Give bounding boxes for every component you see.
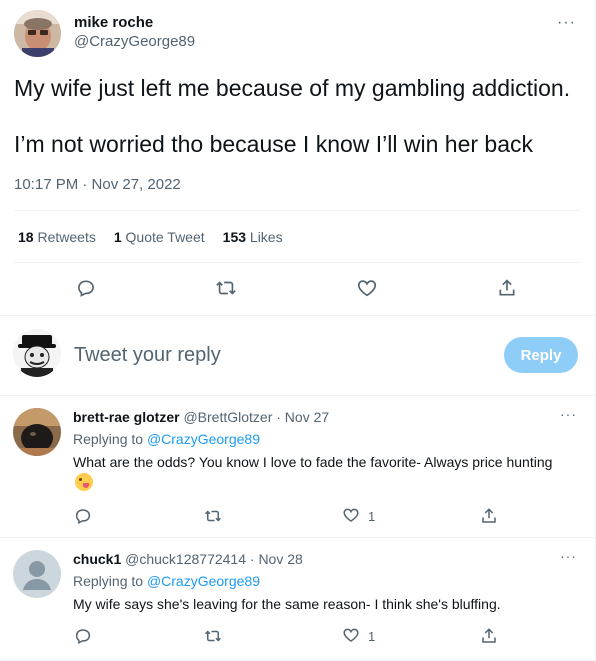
retweet-icon[interactable] — [204, 506, 222, 526]
share-icon[interactable] — [480, 506, 498, 526]
tweet-actions — [0, 276, 595, 300]
like-icon — [342, 626, 360, 647]
replying-to-link[interactable]: @CrazyGeorge89 — [147, 431, 260, 447]
avatar[interactable] — [13, 408, 61, 456]
divider — [14, 262, 581, 263]
reply-header: brett-rae glotzer @BrettGlotzer · Nov 27 — [73, 408, 329, 426]
more-options-icon[interactable]: ··· — [560, 548, 577, 564]
like-count: 1 — [368, 628, 376, 644]
tweet-text-line-1: My wife just left me because of my gambl… — [14, 75, 571, 101]
reply-actions: 1 — [0, 626, 595, 646]
retweet-icon[interactable] — [204, 626, 222, 646]
like-icon[interactable] — [355, 276, 379, 300]
divider — [0, 315, 595, 316]
share-icon[interactable] — [480, 626, 498, 646]
reply-input[interactable]: Tweet your reply — [74, 344, 221, 367]
tweet-timestamp[interactable]: 10:17 PM · Nov 27, 2022 — [14, 176, 181, 193]
reply-icon[interactable] — [74, 506, 92, 526]
avatar[interactable] — [13, 550, 61, 598]
quotes-stat[interactable]: 1 Quote Tweet — [114, 229, 205, 245]
tweet-text-line-2: I’m not worried tho because I know I’ll … — [14, 131, 534, 157]
avatar[interactable] — [13, 329, 61, 377]
like-count: 1 — [368, 508, 376, 524]
list-item[interactable]: brett-rae glotzer @BrettGlotzer · Nov 27… — [0, 396, 595, 536]
reply-icon[interactable] — [74, 276, 98, 300]
reply-composer: Tweet your reply Reply — [0, 320, 595, 392]
reply-meta[interactable]: @BrettGlotzer · Nov 27 — [183, 409, 329, 425]
tweet-text: My wife just left me because of my gambl… — [14, 74, 584, 186]
reply-icon[interactable] — [74, 626, 92, 646]
avatar[interactable] — [14, 10, 61, 57]
like-button[interactable]: 1 — [342, 506, 375, 526]
reply-text: What are the odds? You know I love to fa… — [73, 452, 553, 492]
author-name[interactable]: mike roche — [74, 14, 195, 32]
winking-tongue-emoji-icon — [75, 473, 93, 491]
author-handle[interactable]: @CrazyGeorge89 — [74, 32, 195, 52]
reply-meta[interactable]: @chuck128772414 · Nov 28 — [125, 551, 303, 567]
reply-actions: 1 — [0, 506, 595, 526]
reply-text: My wife says she's leaving for the same … — [73, 596, 501, 612]
likes-stat[interactable]: 153 Likes — [223, 229, 283, 245]
tweet-author-row: mike roche @CrazyGeorge89 ··· — [14, 8, 584, 60]
reply-header: chuck1 @chuck128772414 · Nov 28 — [73, 550, 303, 568]
list-item[interactable]: chuck1 @chuck128772414 · Nov 28 ··· Repl… — [0, 538, 595, 661]
more-options-icon[interactable]: ··· — [560, 406, 577, 422]
reply-author-name[interactable]: chuck1 — [73, 551, 121, 567]
reply-author-name[interactable]: brett-rae glotzer — [73, 409, 180, 425]
like-icon — [342, 506, 360, 527]
more-options-icon[interactable]: ··· — [557, 14, 576, 32]
retweet-icon[interactable] — [214, 276, 238, 300]
like-button[interactable]: 1 — [342, 626, 375, 646]
share-icon[interactable] — [495, 276, 519, 300]
tweet-stats: 18 Retweets 1 Quote Tweet 153 Likes — [18, 229, 283, 245]
reply-button[interactable]: Reply — [504, 337, 578, 373]
replying-to: Replying to @CrazyGeorge89 — [73, 431, 260, 447]
replying-to: Replying to @CrazyGeorge89 — [73, 573, 260, 589]
retweets-stat[interactable]: 18 Retweets — [18, 229, 96, 245]
replying-to-link[interactable]: @CrazyGeorge89 — [147, 573, 260, 589]
divider — [14, 210, 581, 211]
